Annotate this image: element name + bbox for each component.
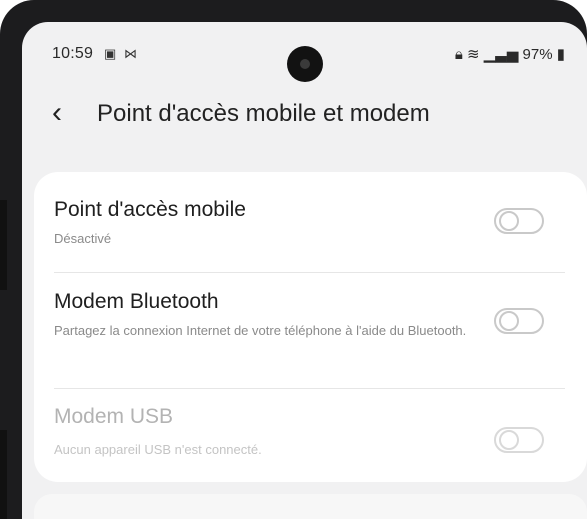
setting-title: Modem Bluetooth (54, 290, 219, 313)
signal-icon: ▁▃▅ (483, 46, 519, 63)
header: ‹ Point d'accès mobile et modem (22, 92, 587, 138)
back-button[interactable]: ‹ (52, 92, 82, 138)
toggle-knob (499, 430, 519, 450)
setting-title: Modem USB (54, 405, 174, 428)
side-button (0, 430, 7, 519)
phone-frame: 10:59 ▣ ⋈ 🔒︎ ≋ ▁▃▅ 97% ▮ ‹ Point d'accès… (0, 0, 587, 519)
page-title: Point d'accès mobile et modem (97, 100, 430, 127)
toggle-knob (499, 311, 519, 331)
bluetooth-tethering-toggle[interactable] (494, 308, 544, 334)
lock-icon: 🔒︎ (454, 46, 463, 63)
battery-level: 97% (522, 46, 553, 63)
setting-usb-tethering: Modem USB Aucun appareil USB n'est conne… (34, 389, 587, 479)
setting-subtitle: Partagez la connexion Internet de votre … (54, 323, 467, 338)
setting-bluetooth-tethering[interactable]: Modem Bluetooth Partagez la connexion In… (34, 273, 587, 388)
status-time: 10:59 (52, 45, 94, 62)
settings-card: Point d'accès mobile Désactivé Modem Blu… (34, 172, 587, 482)
setting-subtitle: Aucun appareil USB n'est connecté. (54, 442, 262, 457)
screen: 10:59 ▣ ⋈ 🔒︎ ≋ ▁▃▅ 97% ▮ ‹ Point d'accès… (22, 22, 587, 519)
camera-cutout (287, 46, 323, 82)
battery-icon: ▮ (556, 46, 565, 63)
usb-tethering-toggle (494, 427, 544, 453)
bottom-card-edge (34, 494, 587, 519)
image-icon: ▣ (104, 46, 117, 61)
volume-button (0, 200, 7, 290)
setting-hotspot[interactable]: Point d'accès mobile Désactivé (34, 172, 587, 272)
wifi-icon: ≋ (467, 46, 480, 63)
nfc-icon: ⋈ (124, 46, 137, 61)
status-right: 🔒︎ ≋ ▁▃▅ 97% ▮ (455, 45, 565, 63)
setting-title: Point d'accès mobile (54, 198, 246, 221)
setting-subtitle: Désactivé (54, 231, 112, 246)
toggle-knob (499, 211, 519, 231)
hotspot-toggle[interactable] (494, 208, 544, 234)
chevron-left-icon: ‹ (52, 96, 62, 129)
